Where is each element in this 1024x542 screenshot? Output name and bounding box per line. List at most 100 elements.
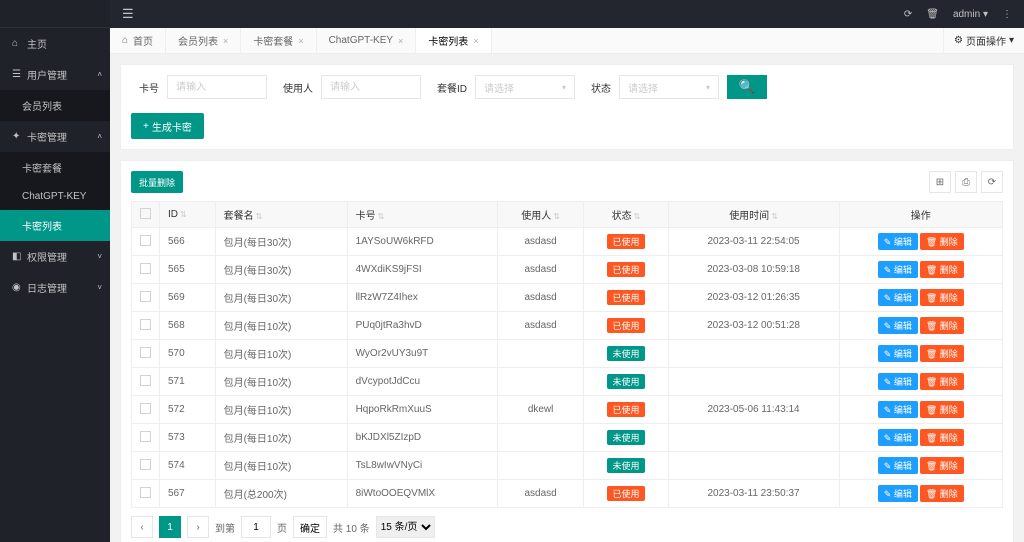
tabs-bar: ⌂ 首页 会员列表 × 卡密套餐 × ChatGPT-KEY × 卡密列表 × … (110, 28, 1024, 54)
menu-card-mgmt[interactable]: ✦ 卡密管理 ˄ (0, 121, 110, 152)
hamburger-icon[interactable]: ☰ (122, 6, 134, 22)
edit-button[interactable]: ✎ 编辑 (878, 233, 918, 250)
close-icon[interactable]: × (298, 36, 303, 46)
filter-pkgid-select[interactable]: 请选择 ▾ (475, 75, 575, 99)
batch-delete-button[interactable]: 批量删除 (131, 171, 183, 193)
filter-status-placeholder: 请选择 (628, 80, 658, 95)
page-ops-menu[interactable]: ⚙ 页面操作 ▾ (943, 28, 1024, 53)
filter-status-select[interactable]: 请选择 ▾ (619, 75, 719, 99)
row-checkbox[interactable] (140, 263, 151, 274)
col-card[interactable]: 卡号⇅ (347, 202, 497, 228)
tab-card-pkg[interactable]: 卡密套餐 × (241, 28, 316, 53)
row-checkbox[interactable] (140, 291, 151, 302)
submenu-card-list[interactable]: 卡密列表 (0, 210, 110, 241)
tab-home-label: 首页 (133, 33, 153, 48)
edit-button[interactable]: ✎ 编辑 (878, 401, 918, 418)
pager-confirm[interactable]: 确定 (293, 516, 327, 538)
pager-next[interactable]: › (187, 516, 209, 538)
delete-button[interactable]: 🗑 删除 (920, 429, 964, 446)
row-checkbox[interactable] (140, 319, 151, 330)
edit-button[interactable]: ✎ 编辑 (878, 289, 918, 306)
generate-card-label: 生成卡密 (152, 119, 192, 134)
export-button[interactable]: ⎙ (955, 171, 977, 193)
edit-button[interactable]: ✎ 编辑 (878, 261, 918, 278)
delete-button[interactable]: 🗑 删除 (920, 457, 964, 474)
refresh-icon[interactable]: ⟳ (904, 9, 912, 20)
trash-icon[interactable]: 🗑 (926, 9, 939, 20)
delete-button[interactable]: 🗑 删除 (920, 261, 964, 278)
row-checkbox[interactable] (140, 431, 151, 442)
pager-page-1[interactable]: 1 (159, 516, 181, 538)
delete-button[interactable]: 🗑 删除 (920, 289, 964, 306)
tab-home[interactable]: ⌂ 首页 (110, 28, 166, 53)
cell-user: asdasd (497, 284, 584, 312)
table-row: 568包月(每日10次)PUq0jtRa3hvDasdasd已使用2023-03… (132, 312, 1003, 340)
delete-button[interactable]: 🗑 删除 (920, 317, 964, 334)
cell-status: 未使用 (584, 340, 668, 368)
delete-button[interactable]: 🗑 删除 (920, 373, 964, 390)
edit-button[interactable]: ✎ 编辑 (878, 373, 918, 390)
col-id[interactable]: ID⇅ (160, 202, 216, 228)
row-checkbox[interactable] (140, 487, 151, 498)
edit-button[interactable]: ✎ 编辑 (878, 317, 918, 334)
edit-button[interactable]: ✎ 编辑 (878, 485, 918, 502)
more-icon[interactable]: ⋮ (1002, 9, 1012, 20)
cell-card: WyOr2vUY3u9T (347, 340, 497, 368)
checkbox-all[interactable] (140, 208, 151, 219)
pager-page-input[interactable] (241, 516, 271, 538)
col-user[interactable]: 使用人⇅ (497, 202, 584, 228)
submenu-chatgpt-key[interactable]: ChatGPT-KEY (0, 183, 110, 210)
pager-to-label: 到第 (215, 520, 235, 535)
col-pkg[interactable]: 套餐名⇅ (215, 202, 347, 228)
edit-button[interactable]: ✎ 编辑 (878, 457, 918, 474)
edit-button[interactable]: ✎ 编辑 (878, 429, 918, 446)
delete-button[interactable]: 🗑 删除 (920, 485, 964, 502)
submenu-user-list[interactable]: 会员列表 (0, 90, 110, 121)
filter-columns-button[interactable]: ⊞ (929, 171, 951, 193)
col-status[interactable]: 状态⇅ (584, 202, 668, 228)
cell-time: 2023-03-11 22:54:05 (668, 228, 839, 256)
pager-size-select[interactable]: 15 条/页 (376, 516, 435, 538)
menu-perm-mgmt[interactable]: ◧ 权限管理 ˅ (0, 241, 110, 272)
user-menu[interactable]: admin ▾ (953, 9, 988, 20)
cell-status: 已使用 (584, 396, 668, 424)
delete-button[interactable]: 🗑 删除 (920, 345, 964, 362)
filter-userby-label: 使用人 (283, 80, 313, 95)
delete-button[interactable]: 🗑 删除 (920, 401, 964, 418)
cell-pkg: 包月(每日10次) (215, 312, 347, 340)
close-icon[interactable]: × (398, 36, 403, 46)
topbar: ☰ ⟳ 🗑 admin ▾ ⋮ (110, 0, 1024, 28)
sort-icon: ⇅ (553, 212, 560, 221)
chevron-down-icon: ▾ (562, 83, 566, 92)
cell-time (668, 340, 839, 368)
row-checkbox[interactable] (140, 347, 151, 358)
row-checkbox[interactable] (140, 403, 151, 414)
row-checkbox[interactable] (140, 459, 151, 470)
delete-button[interactable]: 🗑 删除 (920, 233, 964, 250)
tab-card-list[interactable]: 卡密列表 × (416, 28, 491, 53)
generate-card-button[interactable]: + 生成卡密 (131, 113, 204, 139)
tab-label: ChatGPT-KEY (329, 35, 393, 46)
tab-label: 卡密列表 (428, 33, 468, 48)
print-button[interactable]: ⟳ (981, 171, 1003, 193)
menu-card-mgmt-label: 卡密管理 (27, 129, 67, 144)
search-button[interactable]: 🔍 (727, 75, 767, 99)
submenu-card-pkg[interactable]: 卡密套餐 (0, 152, 110, 183)
close-icon[interactable]: × (223, 36, 228, 46)
tab-user-list[interactable]: 会员列表 × (166, 28, 241, 53)
menu-home[interactable]: ⌂ 主页 (0, 28, 110, 59)
menu-user-mgmt[interactable]: ☰ 用户管理 ˄ (0, 59, 110, 90)
row-checkbox[interactable] (140, 235, 151, 246)
tab-chatgpt-key[interactable]: ChatGPT-KEY × (317, 28, 417, 53)
row-checkbox[interactable] (140, 375, 151, 386)
col-time[interactable]: 使用时间⇅ (668, 202, 839, 228)
menu-log-mgmt[interactable]: ◉ 日志管理 ˅ (0, 272, 110, 303)
cell-ops: ✎ 编辑🗑 删除 (839, 340, 1002, 368)
edit-button[interactable]: ✎ 编辑 (878, 345, 918, 362)
close-icon[interactable]: × (473, 36, 478, 46)
pager-prev[interactable]: ‹ (131, 516, 153, 538)
filter-cardno-input[interactable] (167, 75, 267, 99)
table-row: 567包月(总200次)8iWtoOOEQVMlXasdasd已使用2023-0… (132, 480, 1003, 508)
cell-card: PUq0jtRa3hvD (347, 312, 497, 340)
filter-userby-input[interactable] (321, 75, 421, 99)
